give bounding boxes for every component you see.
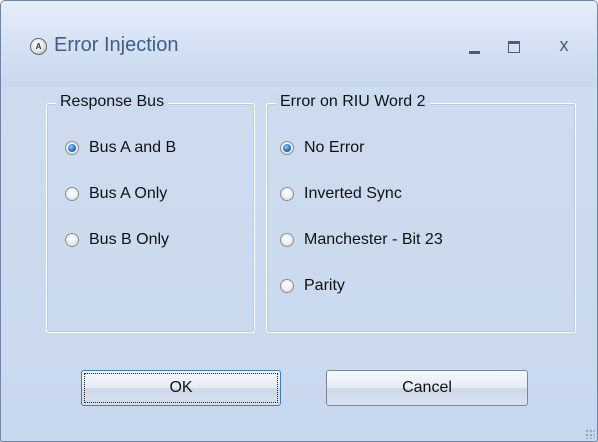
resize-grip-icon[interactable] [585,429,595,439]
error-injection-dialog: A Error Injection x Response Bus Bus A a… [0,0,598,442]
radio-label: Manchester - Bit 23 [304,231,443,248]
app-icon[interactable]: A [30,38,47,55]
ok-button-label: OK [169,379,193,396]
radio-label: Bus A Only [89,185,168,202]
close-icon: x [559,35,569,55]
radio-inverted-sync[interactable]: Inverted Sync [280,183,402,205]
title-bar[interactable]: A Error Injection x [1,1,597,87]
minimize-button[interactable] [457,31,493,59]
radio-button-icon[interactable] [280,187,294,201]
radio-label: Bus A and B [89,139,177,156]
radio-parity[interactable]: Parity [280,275,345,297]
cancel-button-label: Cancel [402,379,452,396]
close-button[interactable]: x [546,31,582,59]
response-bus-legend: Response Bus [56,93,169,111]
ok-button[interactable]: OK [81,370,281,406]
radio-label: No Error [304,139,365,156]
cancel-button[interactable]: Cancel [326,370,528,406]
radio-bus-b-only[interactable]: Bus B Only [65,229,169,251]
radio-label: Parity [304,277,345,294]
radio-manchester-bit-23[interactable]: Manchester - Bit 23 [280,229,443,251]
error-riu-word-2-group: Error on RIU Word 2 No Error Inverted Sy… [266,93,576,333]
radio-button-icon[interactable] [280,141,294,155]
maximize-icon [508,41,520,53]
radio-bus-a-only[interactable]: Bus A Only [65,183,167,205]
radio-button-icon[interactable] [65,141,79,155]
radio-label: Bus B Only [89,231,170,248]
radio-button-icon[interactable] [65,187,79,201]
maximize-button[interactable] [496,31,532,59]
radio-bus-a-and-b[interactable]: Bus A and B [65,137,176,159]
error-group-legend: Error on RIU Word 2 [276,93,430,111]
response-bus-group: Response Bus Bus A and B Bus A Only Bus … [46,93,255,333]
radio-label: Inverted Sync [304,185,402,202]
window-title: Error Injection [54,34,179,56]
radio-no-error[interactable]: No Error [280,137,364,159]
radio-button-icon[interactable] [280,233,294,247]
minimize-icon [469,51,480,54]
radio-button-icon[interactable] [65,233,79,247]
radio-button-icon[interactable] [280,279,294,293]
